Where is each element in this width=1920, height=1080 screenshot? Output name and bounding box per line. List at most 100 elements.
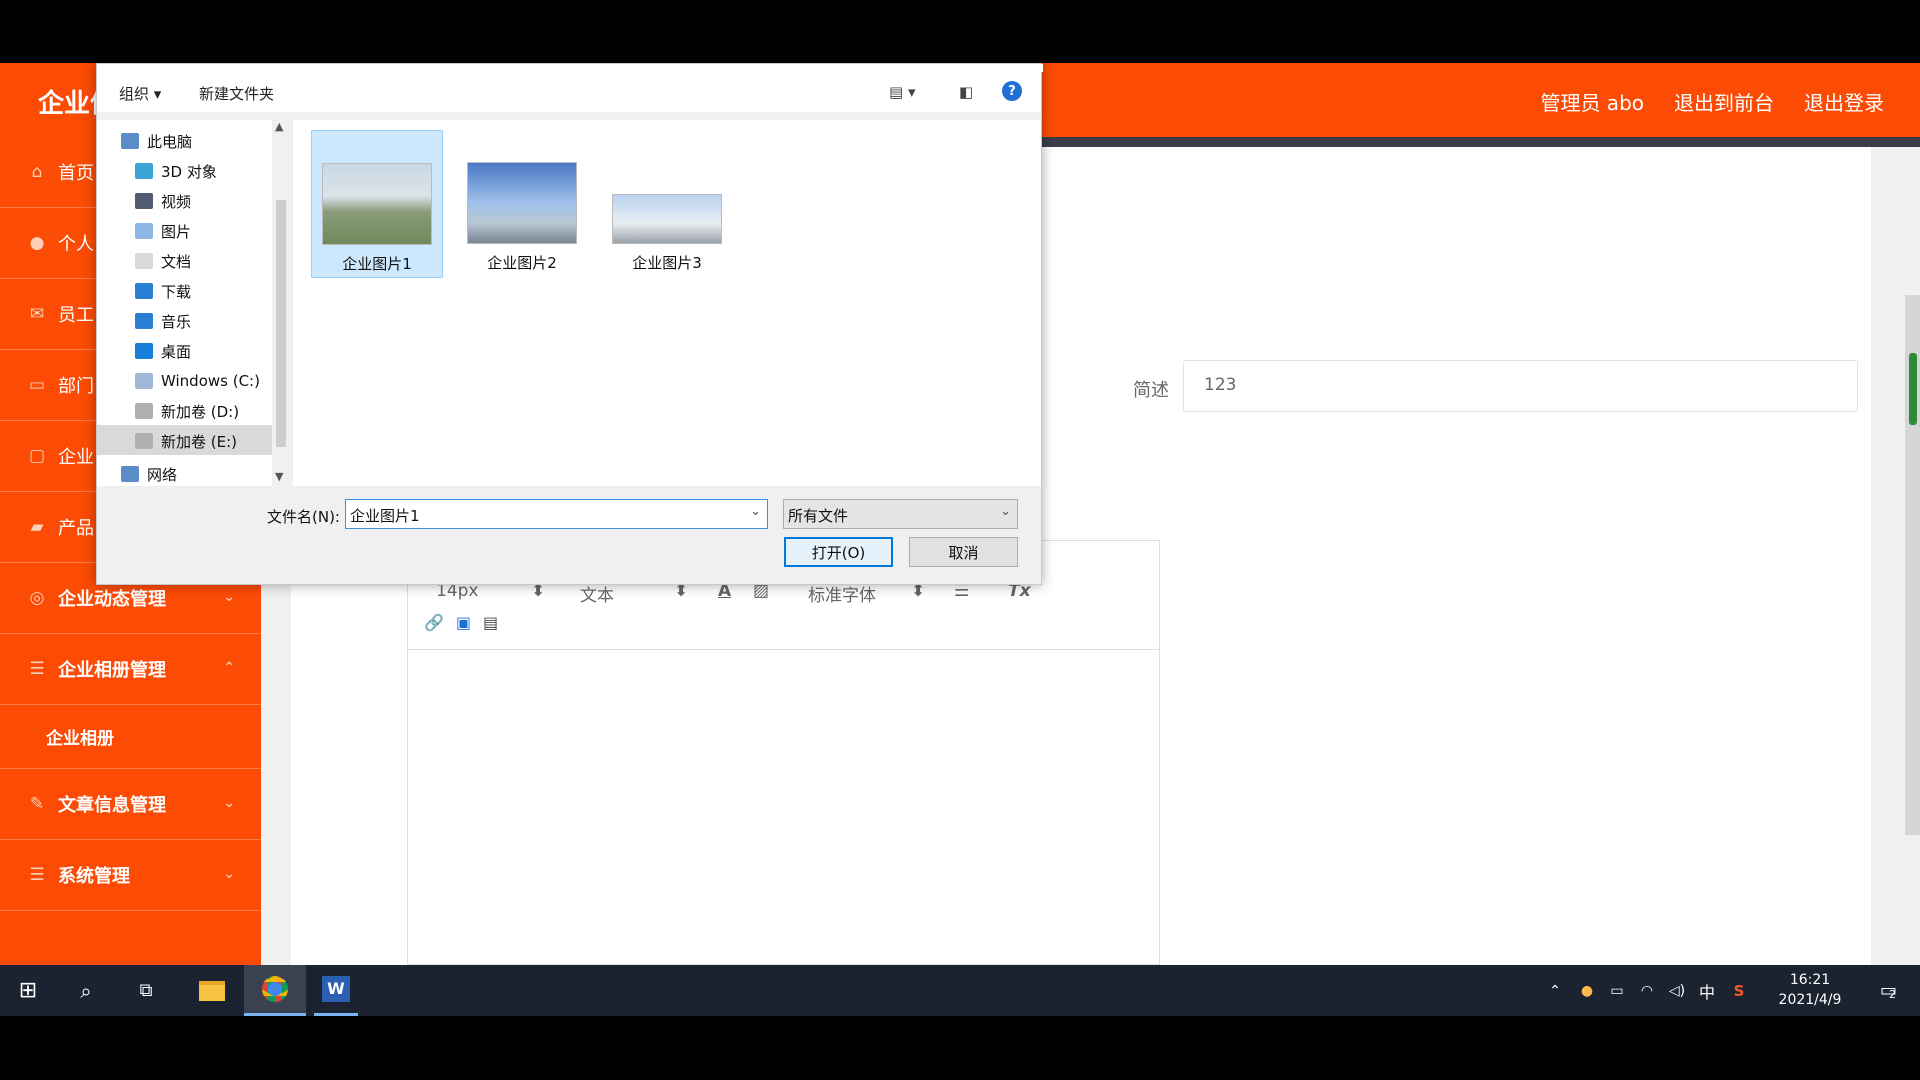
volume-icon[interactable]: ◁) [1664,965,1690,1016]
cube-icon [135,163,153,179]
sidebar-subitem-album[interactable]: 企业相册 [0,705,261,769]
nav-item-network[interactable]: 网络 [121,460,177,486]
cancel-button[interactable]: 取消 [909,537,1018,567]
header-links: 管理员 abo 退出到前台 退出登录 [1540,87,1884,116]
image-thumbnail [322,163,432,245]
image-icon[interactable]: ▣ [456,613,471,637]
chat-icon: ▢ [28,446,46,466]
nav-item-this-pc[interactable]: 此电脑 [121,127,192,155]
wifi-icon[interactable]: ◠ [1634,965,1660,1016]
nav-item-downloads[interactable]: 下载 [135,277,191,305]
editor-toolbar-row2: 🔗 ▣ ▤ [424,613,498,637]
nav-item-label: 新加卷 (D:) [161,402,240,421]
sidebar-item-label: 部门 [58,376,94,397]
chevron-down-icon: ⌄ [223,866,235,882]
exit-to-frontend-link[interactable]: 退出到前台 [1674,87,1774,116]
sidebar-item-label: 产品 [58,518,94,539]
organize-button[interactable]: 组织 ▾ [119,83,161,104]
nav-scrollbar-thumb[interactable] [276,200,286,447]
new-folder-button[interactable]: 新建文件夹 [199,83,274,104]
file-item[interactable]: 企业图片2 [456,130,588,278]
scroll-down-icon[interactable]: ▼ [275,470,283,483]
nav-item-drive-e[interactable]: 新加卷 (E:) [135,427,237,455]
nav-item-drive-c[interactable]: Windows (C:) [135,367,260,395]
notification-count: 2 [1889,988,1896,1001]
chrome-icon[interactable] [244,965,306,1016]
file-name: 企业图片1 [342,255,412,273]
download-icon [135,283,153,299]
nav-item-label: 音乐 [161,312,192,331]
nav-item-video[interactable]: 视频 [135,187,191,215]
search-icon[interactable]: ⌕ [66,965,106,1016]
sidebar-item-label: 企业动态管理 [58,589,166,610]
preview-pane-icon[interactable]: ◧ [959,83,973,101]
admin-user-link[interactable]: 管理员 abo [1540,87,1644,116]
task-view-icon[interactable]: ⧉ [126,965,166,1016]
music-icon [135,313,153,329]
sidebar-item-album[interactable]: ☰ 企业相册管理 ⌃ [0,634,261,705]
image-thumbnail [612,194,722,244]
help-icon[interactable]: ? [1002,81,1022,101]
sogou-icon[interactable]: S [1726,965,1752,1016]
editor-divider [408,649,1159,650]
organize-label: 组织 [119,85,150,103]
file-explorer-icon[interactable] [190,965,234,1016]
nav-item-documents[interactable]: 文档 [135,247,191,275]
drive-icon [135,373,153,389]
video-icon[interactable]: ▤ [483,613,498,637]
filetype-value: 所有文件 [788,507,849,525]
desc-input[interactable]: 123 [1183,360,1858,412]
ime-language[interactable]: 中 [1694,965,1720,1016]
nav-item-label: Windows (C:) [161,372,260,390]
file-list: 企业图片1 企业图片2 企业图片3 [293,120,1041,486]
word-icon[interactable]: W [314,965,358,1016]
sidebar-item-label: 文章信息管理 [58,795,166,816]
chevron-down-icon[interactable]: ⌄ [750,504,761,519]
dialog-toolbar: 组织 ▾ 新建文件夹 ▤ ▾ ◧ ? [97,72,1041,112]
file-name: 企业图片3 [632,254,702,272]
sidebar-item-system[interactable]: ☰ 系统管理 ⌄ [0,840,261,911]
mail-icon: ✉ [29,304,45,324]
view-icon[interactable]: ▤ ▾ [889,83,915,101]
nav-item-label: 下载 [161,282,192,301]
computer-icon [121,133,139,149]
chevron-up-icon[interactable]: ⌃ [1542,965,1568,1016]
nav-scrollbar[interactable]: ▲ ▼ [272,120,289,486]
network-icon [121,466,139,482]
chevron-down-icon[interactable]: ⌄ [1000,504,1011,519]
nav-item-music[interactable]: 音乐 [135,307,191,335]
filename-input[interactable]: 企业图片1 ⌄ [345,499,768,529]
chevron-up-icon: ⌃ [223,660,235,676]
notification-icon[interactable]: ▭ 2 [1870,965,1906,1016]
list-icon: ☰ [29,659,45,679]
scroll-up-icon[interactable]: ▲ [275,120,283,133]
drive-icon [135,433,153,449]
nav-item-desktop[interactable]: 桌面 [135,337,191,365]
filetype-select[interactable]: 所有文件 ⌄ [783,499,1018,529]
box-icon: ▰ [30,517,44,537]
navigation-pane: 此电脑 3D 对象 视频 图片 文档 下载 音乐 桌面 Windows (C:)… [97,120,272,486]
sidebar-item-articles[interactable]: ✎ 文章信息管理 ⌄ [0,769,261,840]
target-icon: ◎ [29,588,45,608]
sidebar-item-label: 个人 [58,234,94,255]
page-scrollbar-thumb[interactable] [1909,353,1917,425]
windows-start-icon[interactable]: ⊞ [8,965,48,1016]
nav-item-3d[interactable]: 3D 对象 [135,157,217,185]
nav-item-drive-d[interactable]: 新加卷 (D:) [135,397,239,425]
qq-icon[interactable]: ● [1574,965,1600,1016]
clock[interactable]: 16:21 2021/4/9 [1760,970,1860,1010]
link-icon[interactable]: 🔗 [424,613,444,637]
nav-item-label: 桌面 [161,342,192,361]
nav-item-pictures[interactable]: 图片 [135,217,191,245]
file-item[interactable]: 企业图片3 [601,130,733,278]
sidebar-item-label: 企业相册管理 [58,660,166,681]
rich-text-editor[interactable]: 14px ⬍ 文本 ⬍ A ▨ 标准字体 ⬍ ☰ Tx 🔗 ▣ ▤ [407,540,1160,965]
battery-icon[interactable]: ▭ [1604,965,1630,1016]
screen: 企业信 管理员 abo 退出到前台 退出登录 ⌂ 首页 ● 个人 ✉ 员工 ▭ [0,0,1920,1080]
logout-link[interactable]: 退出登录 [1804,87,1884,116]
open-button[interactable]: 打开(O) [784,537,893,567]
nav-item-label: 新加卷 (E:) [161,432,238,451]
nav-item-label: 文档 [161,252,192,271]
file-item[interactable]: 企业图片1 [311,130,443,278]
dialog-address-bar[interactable] [97,64,1043,72]
